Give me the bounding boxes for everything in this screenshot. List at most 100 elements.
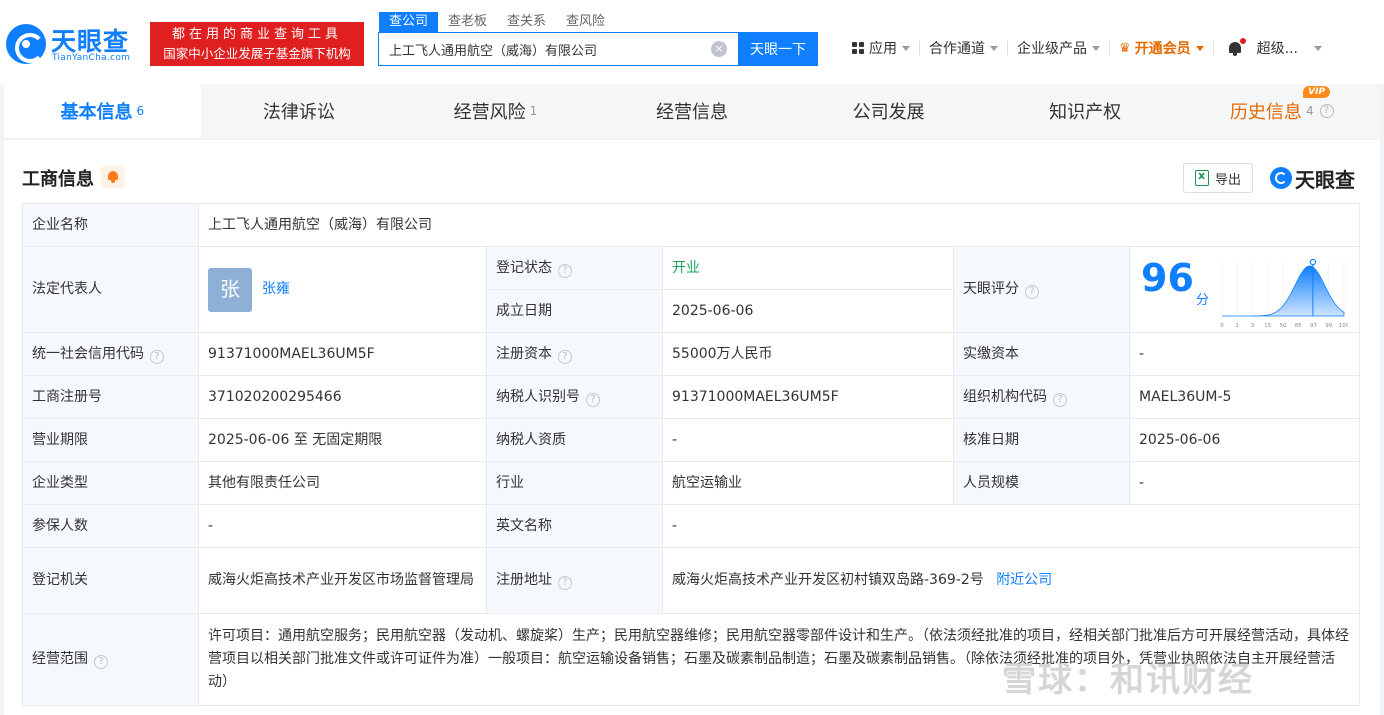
reg-no: 371020200295466 [198, 375, 487, 419]
logo-subtext: TianYanCha.com [52, 53, 131, 63]
chart-tick-label: 0 [1220, 323, 1224, 329]
taxpayer-id: 91371000MAEL36UM5F [662, 375, 954, 419]
avatar[interactable]: 张 [208, 267, 252, 312]
tab-history[interactable]: VIP 历史信息 4 ? [1183, 84, 1380, 138]
export-button[interactable]: 导出 [1183, 163, 1253, 193]
top-nav: 应用 合作通道 企业级产品 ♛ 开通会员 超级... [852, 37, 1323, 58]
insured-count: - [198, 504, 487, 548]
scope-label-cell: 经营范围? [22, 613, 199, 706]
nav-apps[interactable]: 应用 [852, 38, 910, 58]
company-name: 上工飞人通用航空（威海）有限公司 [197, 203, 1361, 247]
crown-icon: ♛ [1119, 40, 1131, 56]
industry-label: 行业 [486, 461, 663, 505]
business-info-table: 企业名称 上工飞人通用航空（威海）有限公司 法定代表人 张 张雍 登记状态? 开… [22, 203, 1361, 706]
apps-grid-icon [852, 42, 864, 54]
nav-divider [1007, 41, 1008, 55]
nav-enterprise[interactable]: 企业级产品 [1017, 38, 1100, 58]
address-label: 注册地址 [496, 572, 552, 588]
slogan-banner: 都在用的商业查询工具 国家中小企业发展子基金旗下机构 [150, 22, 364, 66]
nav-user[interactable]: 超级... [1256, 38, 1323, 58]
table-row: 营业期限 2025-06-06 至 无固定期限 纳税人资质 - 核准日期 202… [22, 418, 1361, 462]
nav-apps-label: 应用 [869, 41, 897, 57]
logo-eye-icon [6, 24, 46, 64]
chevron-down-icon [902, 45, 910, 51]
help-icon[interactable]: ? [558, 263, 572, 278]
score-cell[interactable]: 96 分 0 1 3 15 50 85 97 99 100 [1128, 246, 1361, 333]
staff-label: 人员规模 [953, 461, 1130, 505]
table-row: 工商注册号 371020200295466 纳税人识别号? 91371000MA… [22, 375, 1361, 419]
slogan-line-1: 都在用的商业查询工具 [171, 27, 342, 42]
legal-rep-link[interactable]: 张雍 [262, 279, 290, 300]
chart-tick-label: 97 [1310, 323, 1317, 329]
org-code-label-cell: 组织机构代码? [953, 375, 1130, 419]
clear-icon[interactable]: × [711, 41, 727, 57]
nav-vip[interactable]: ♛ 开通会员 [1119, 38, 1204, 58]
help-icon[interactable]: ? [150, 349, 164, 364]
help-icon[interactable]: ? [94, 655, 108, 669]
main-tabs: 基本信息 6 法律诉讼 经营风险 1 经营信息 公司发展 知识产权 VIP 历史… [4, 84, 1380, 138]
tab-legal[interactable]: 法律诉讼 [201, 84, 398, 138]
help-icon[interactable]: ? [1319, 104, 1334, 118]
reg-status-label-cell: 登记状态? [486, 246, 663, 290]
table-row: 统一社会信用代码? 91371000MAEL36UM5F 注册资本? 55000… [22, 332, 1361, 376]
chart-tick-label: 50 [1280, 323, 1287, 329]
table-row: 参保人数 - 英文名称 - [22, 504, 1361, 548]
top-header: 天眼查 TianYanCha.com 都在用的商业查询工具 国家中小企业发展子基… [0, 0, 1384, 84]
nearby-companies-link[interactable]: 附近公司 [996, 572, 1052, 588]
brand-text: 天眼查 [1295, 167, 1355, 192]
search-tab-risk[interactable]: 查风险 [556, 12, 615, 32]
help-icon[interactable]: ? [558, 349, 572, 364]
bell-icon[interactable] [1227, 37, 1246, 57]
credit-code-label: 统一社会信用代码 [32, 345, 144, 362]
chart-tick-label: 100 [1339, 323, 1348, 329]
nav-channel[interactable]: 合作通道 [929, 38, 998, 58]
nav-vip-label: 开通会员 [1134, 41, 1191, 57]
legal-rep-cell: 张 张雍 [198, 246, 487, 333]
reg-status-label: 登记状态 [496, 259, 552, 276]
reg-status: 开业 [662, 246, 954, 290]
nav-divider [919, 41, 920, 55]
tab-development[interactable]: 公司发展 [790, 84, 987, 138]
address-label-cell: 注册地址? [486, 547, 663, 614]
excel-icon [1194, 169, 1209, 186]
tab-label: 历史信息 [1229, 102, 1302, 123]
reg-capital-label: 注册资本 [496, 345, 552, 362]
company-type: 其他有限责任公司 [198, 461, 487, 505]
table-row: 登记机关 威海火炬高技术产业开发区市场监督管理局 注册地址? 威海火炬高技术产业… [22, 547, 1361, 614]
tab-label: 公司发展 [852, 102, 925, 123]
nav-channel-label: 合作通道 [929, 41, 985, 57]
tab-ip[interactable]: 知识产权 [987, 84, 1184, 138]
taxpayer-id-label-cell: 纳税人识别号? [486, 375, 663, 419]
monitor-bell-icon[interactable] [101, 166, 125, 188]
nav-divider [1109, 41, 1110, 55]
tianyancha-logo[interactable]: 天眼查 TianYanCha.com [6, 22, 142, 66]
address-cell: 威海火炬高技术产业开发区初村镇双岛路-369-2号 附近公司 [661, 547, 1361, 614]
help-icon[interactable]: ? [1025, 285, 1039, 299]
insured-label: 参保人数 [22, 504, 199, 548]
tab-risk[interactable]: 经营风险 1 [397, 84, 594, 138]
help-icon[interactable]: ? [1053, 392, 1067, 407]
org-code: MAEL36UM-5 [1128, 375, 1361, 419]
tab-basic-info[interactable]: 基本信息 6 [4, 84, 201, 138]
en-name-label: 英文名称 [486, 504, 663, 548]
nav-user-label: 超级... [1256, 41, 1299, 57]
approve-date-label: 核准日期 [953, 418, 1130, 462]
org-code-label: 组织机构代码 [963, 388, 1047, 405]
search-box: × 天眼一下 [378, 32, 818, 66]
search-tab-company[interactable]: 查公司 [379, 12, 439, 32]
chevron-down-icon [990, 45, 998, 51]
logo-eye-icon [1270, 167, 1292, 189]
search-button[interactable]: 天眼一下 [738, 32, 818, 66]
tab-business[interactable]: 经营信息 [594, 84, 791, 138]
nav-enterprise-label: 企业级产品 [1017, 41, 1087, 57]
chart-tick-label: 85 [1295, 323, 1302, 329]
score-value: 96 [1141, 255, 1194, 300]
search-input[interactable] [379, 33, 709, 65]
industry: 航空运输业 [662, 461, 954, 505]
help-icon[interactable]: ? [586, 392, 600, 407]
search-tab-boss[interactable]: 查老板 [438, 12, 497, 32]
tab-label: 经营信息 [656, 102, 729, 123]
search-tab-relation[interactable]: 查关系 [497, 12, 556, 32]
help-icon[interactable]: ? [558, 576, 572, 590]
tax-qual: - [662, 418, 954, 462]
